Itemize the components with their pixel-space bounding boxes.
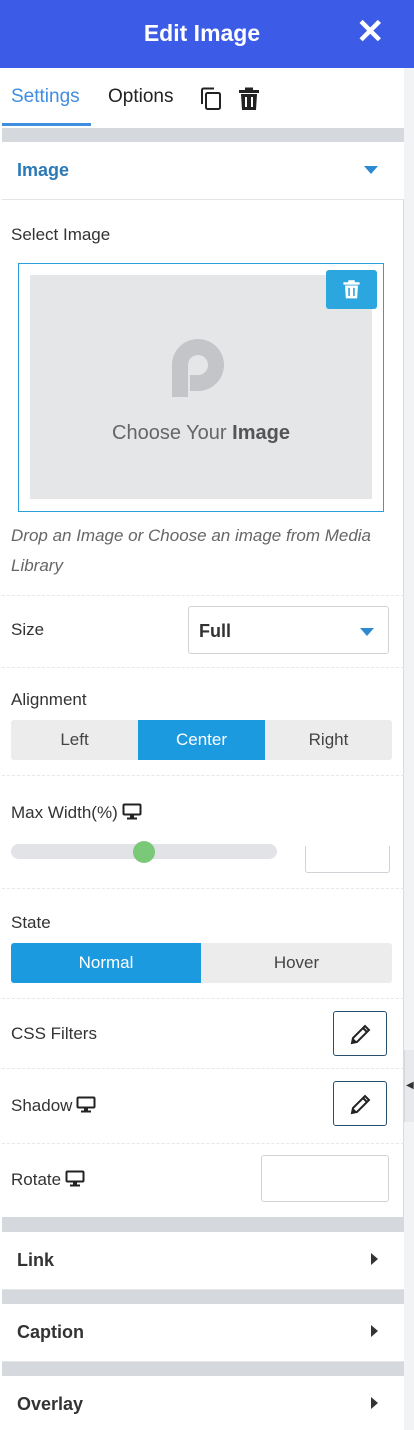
trash-icon (343, 280, 360, 299)
rotate-input[interactable] (261, 1155, 389, 1202)
desktop-icon[interactable] (76, 1096, 96, 1113)
row-separator (2, 595, 404, 596)
max-width-label: Max Width(%) (11, 803, 142, 823)
row-separator (2, 667, 404, 668)
caret-down-icon (364, 166, 378, 174)
row-separator (2, 1068, 404, 1069)
choose-image-bold: Image (232, 422, 290, 444)
state-normal-button[interactable]: Normal (11, 943, 201, 983)
pencil-icon (350, 1094, 371, 1115)
image-placeholder[interactable]: Choose Your Image (30, 275, 372, 499)
chevron-down-icon (360, 628, 374, 636)
row-separator (2, 775, 404, 776)
image-section-header[interactable]: Image (2, 142, 404, 200)
max-width-input[interactable] (305, 846, 390, 873)
panel-header: Edit Image ✕ (0, 0, 404, 68)
desktop-icon[interactable] (65, 1170, 85, 1187)
choose-image-prefix: Choose Your (112, 422, 233, 444)
header-edge (404, 0, 414, 68)
alignment-label: Alignment (11, 690, 87, 709)
section-title: Caption (17, 1322, 84, 1342)
tab-options[interactable]: Options (108, 86, 173, 108)
css-filters-edit-button[interactable] (333, 1011, 387, 1056)
caret-right-icon (371, 1397, 378, 1409)
section-divider (2, 1290, 404, 1304)
section-divider (2, 1217, 404, 1232)
row-separator (2, 1143, 404, 1144)
rotate-label: Rotate (11, 1170, 85, 1190)
trash-icon[interactable] (236, 86, 262, 112)
remove-image-button[interactable] (326, 270, 377, 309)
size-select-value: Full (199, 621, 231, 641)
align-center-button[interactable]: Center (138, 720, 265, 760)
overlay-section-header[interactable]: Overlay (2, 1376, 404, 1430)
row-separator (2, 888, 404, 889)
section-title: Overlay (17, 1394, 84, 1414)
canvas-edge: ◀ (404, 0, 414, 1430)
active-tab-indicator (2, 123, 91, 126)
close-icon[interactable]: ✕ (356, 15, 385, 49)
shadow-edit-button[interactable] (333, 1081, 387, 1126)
collapse-arrow-icon: ◀ (406, 1080, 414, 1091)
shadow-text: Shadow (11, 1096, 73, 1115)
section-title: Link (17, 1250, 55, 1270)
section-divider (2, 128, 404, 142)
row-separator (2, 998, 404, 999)
caret-right-icon (371, 1325, 378, 1337)
align-left-button[interactable]: Left (11, 720, 138, 760)
caption-section-header[interactable]: Caption (2, 1304, 404, 1362)
link-section-header[interactable]: Link (2, 1232, 404, 1290)
panel-collapse-handle[interactable]: ◀ (404, 1050, 414, 1122)
max-width-text: Max Width(%) (11, 803, 118, 822)
max-width-slider-handle[interactable] (133, 841, 155, 863)
choose-image-text: Choose Your Image (30, 422, 372, 445)
size-label: Size (11, 620, 45, 639)
size-select[interactable]: Full (188, 606, 389, 654)
image-help-text: Drop an Image or Choose an image from Me… (11, 526, 372, 575)
section-title: Image (17, 160, 70, 180)
tab-settings[interactable]: Settings (11, 86, 80, 108)
rotate-text: Rotate (11, 1170, 62, 1189)
section-divider (2, 1362, 404, 1376)
pencil-icon (350, 1024, 371, 1045)
css-filters-label: CSS Filters (11, 1024, 97, 1043)
shadow-label: Shadow (11, 1096, 96, 1116)
align-right-button[interactable]: Right (265, 720, 392, 760)
select-image-label: Select Image (11, 225, 111, 244)
panel-title: Edit Image (143, 20, 261, 46)
state-label: State (11, 913, 51, 932)
logo-icon (172, 339, 224, 397)
edit-panel: Edit Image ✕ Settings Options Image Sele… (0, 0, 404, 1430)
copy-icon[interactable] (198, 86, 224, 112)
caret-right-icon (371, 1253, 378, 1265)
desktop-icon[interactable] (122, 803, 142, 820)
state-hover-button[interactable]: Hover (201, 943, 392, 983)
panel-tabs: Settings Options (0, 68, 404, 128)
